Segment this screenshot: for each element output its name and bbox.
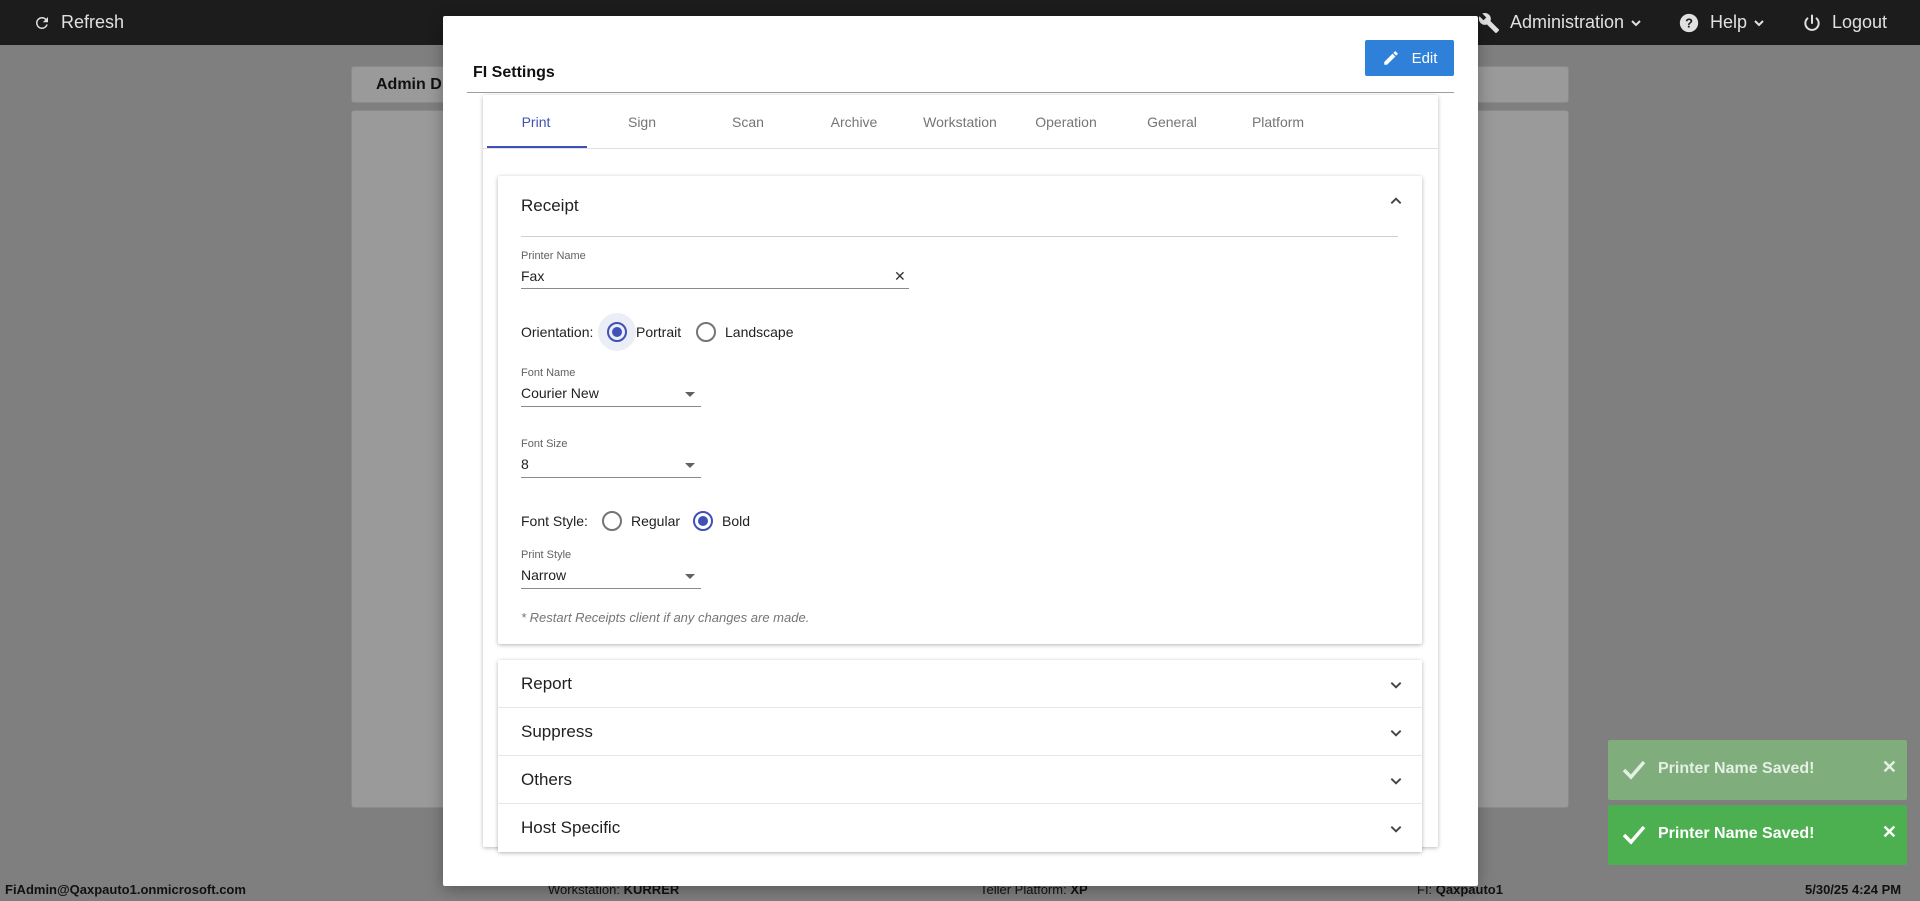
help-menu[interactable]: ? Help: [1678, 0, 1765, 45]
font-size-label: Font Size: [521, 438, 568, 450]
close-icon[interactable]: ✕: [1882, 757, 1897, 778]
power-icon: [1804, 14, 1820, 31]
tab-workstation[interactable]: Workstation: [910, 95, 1010, 149]
chevron-up-icon[interactable]: [1389, 194, 1403, 208]
active-tab-indicator: [487, 146, 587, 148]
landscape-radio[interactable]: [696, 322, 716, 342]
dialog-title: FI Settings: [473, 64, 555, 81]
print-style-label: Print Style: [521, 549, 572, 561]
wrench-icon: [1478, 12, 1500, 33]
administration-label: Administration: [1510, 12, 1625, 32]
font-size-underline: [521, 477, 701, 478]
landscape-label[interactable]: Landscape: [725, 324, 794, 340]
administration-menu[interactable]: Administration: [1478, 0, 1642, 45]
portrait-radio[interactable]: [607, 322, 627, 342]
footer-user: FiAdmin@Qaxpauto1.onmicrosoft.com: [5, 882, 246, 897]
portrait-label[interactable]: Portrait: [636, 324, 681, 340]
chevron-down-icon: [1390, 682, 1402, 689]
refresh-button[interactable]: Refresh: [33, 0, 124, 45]
edit-button[interactable]: Edit: [1365, 40, 1454, 76]
help-icon: ?: [1679, 13, 1699, 32]
tab-scan[interactable]: Scan: [698, 95, 798, 149]
suppress-title: Suppress: [521, 722, 593, 741]
print-style-select[interactable]: Narrow: [521, 567, 566, 583]
printer-name-underline: [521, 288, 909, 289]
settings-card: Print Sign Scan Archive Workstation Oper…: [483, 95, 1438, 852]
report-section[interactable]: Report: [498, 660, 1422, 708]
print-style-underline: [521, 588, 701, 589]
tab-print[interactable]: Print: [486, 95, 586, 149]
help-label: Help: [1710, 12, 1748, 32]
close-icon[interactable]: ✕: [1882, 822, 1897, 843]
receipt-section: Receipt Printer Name Fax ✕ Orientation: …: [498, 176, 1422, 644]
regular-radio[interactable]: [602, 511, 622, 531]
font-style-label: Font Style:: [521, 513, 588, 529]
toast-notification: Printer Name Saved! ✕: [1608, 805, 1907, 865]
tab-general[interactable]: General: [1122, 95, 1222, 149]
font-name-underline: [521, 406, 701, 407]
receipt-title[interactable]: Receipt: [521, 196, 579, 216]
orientation-label: Orientation:: [521, 324, 594, 340]
footer-datetime: 5/30/25 4:24 PM: [1805, 882, 1902, 897]
host-specific-title: Host Specific: [521, 818, 621, 837]
toast-text: Printer Name Saved!: [1658, 760, 1815, 777]
bold-label[interactable]: Bold: [722, 513, 750, 529]
pencil-icon: [1383, 51, 1398, 65]
dropdown-caret-icon[interactable]: [685, 392, 695, 397]
font-size-select[interactable]: 8: [521, 456, 529, 472]
refresh-icon: [35, 16, 48, 29]
fi-settings-dialog: FI Settings Edit Print Sign Scan Archive…: [443, 16, 1478, 886]
tab-sign[interactable]: Sign: [592, 95, 692, 149]
refresh-label: Refresh: [61, 12, 125, 32]
clear-icon[interactable]: ✕: [894, 268, 906, 285]
chevron-down-icon: [1754, 19, 1764, 26]
tab-operation[interactable]: Operation: [1016, 95, 1116, 149]
logout-label: Logout: [1832, 12, 1888, 32]
chevron-down-icon: [1631, 19, 1641, 26]
chevron-down-icon: [1390, 778, 1402, 785]
font-name-label: Font Name: [521, 367, 576, 379]
chevron-down-icon: [1390, 826, 1402, 833]
toast-notification: Printer Name Saved! ✕: [1608, 740, 1907, 800]
host-specific-section[interactable]: Host Specific: [498, 804, 1422, 852]
restart-note: * Restart Receipts client if any changes…: [521, 610, 810, 625]
checkmark-icon: [1622, 825, 1646, 845]
printer-name-input[interactable]: Fax: [521, 268, 544, 284]
toast-text: Printer Name Saved!: [1658, 825, 1815, 842]
dropdown-caret-icon[interactable]: [685, 463, 695, 468]
dropdown-caret-icon[interactable]: [685, 574, 695, 579]
tab-platform[interactable]: Platform: [1228, 95, 1328, 149]
others-title: Others: [521, 770, 573, 789]
regular-label[interactable]: Regular: [631, 513, 680, 529]
edit-label: Edit: [1411, 49, 1438, 67]
bold-radio[interactable]: [693, 511, 713, 531]
logout-button[interactable]: Logout: [1802, 0, 1887, 45]
printer-name-label: Printer Name: [521, 250, 586, 262]
suppress-section[interactable]: Suppress: [498, 708, 1422, 756]
settings-tabs: Print Sign Scan Archive Workstation Oper…: [483, 95, 1438, 149]
divider: [521, 236, 1398, 237]
collapsed-sections: Report Suppress Others Host Specific: [498, 660, 1422, 852]
others-section[interactable]: Others: [498, 756, 1422, 804]
checkmark-icon: [1622, 760, 1646, 780]
svg-text:?: ?: [1685, 15, 1693, 30]
tab-archive[interactable]: Archive: [804, 95, 904, 149]
font-name-select[interactable]: Courier New: [521, 385, 599, 401]
dialog-header: FI Settings Edit: [467, 40, 1454, 93]
admin-header-text: Admin D: [376, 76, 442, 93]
report-title: Report: [521, 674, 573, 693]
chevron-down-icon: [1390, 730, 1402, 737]
